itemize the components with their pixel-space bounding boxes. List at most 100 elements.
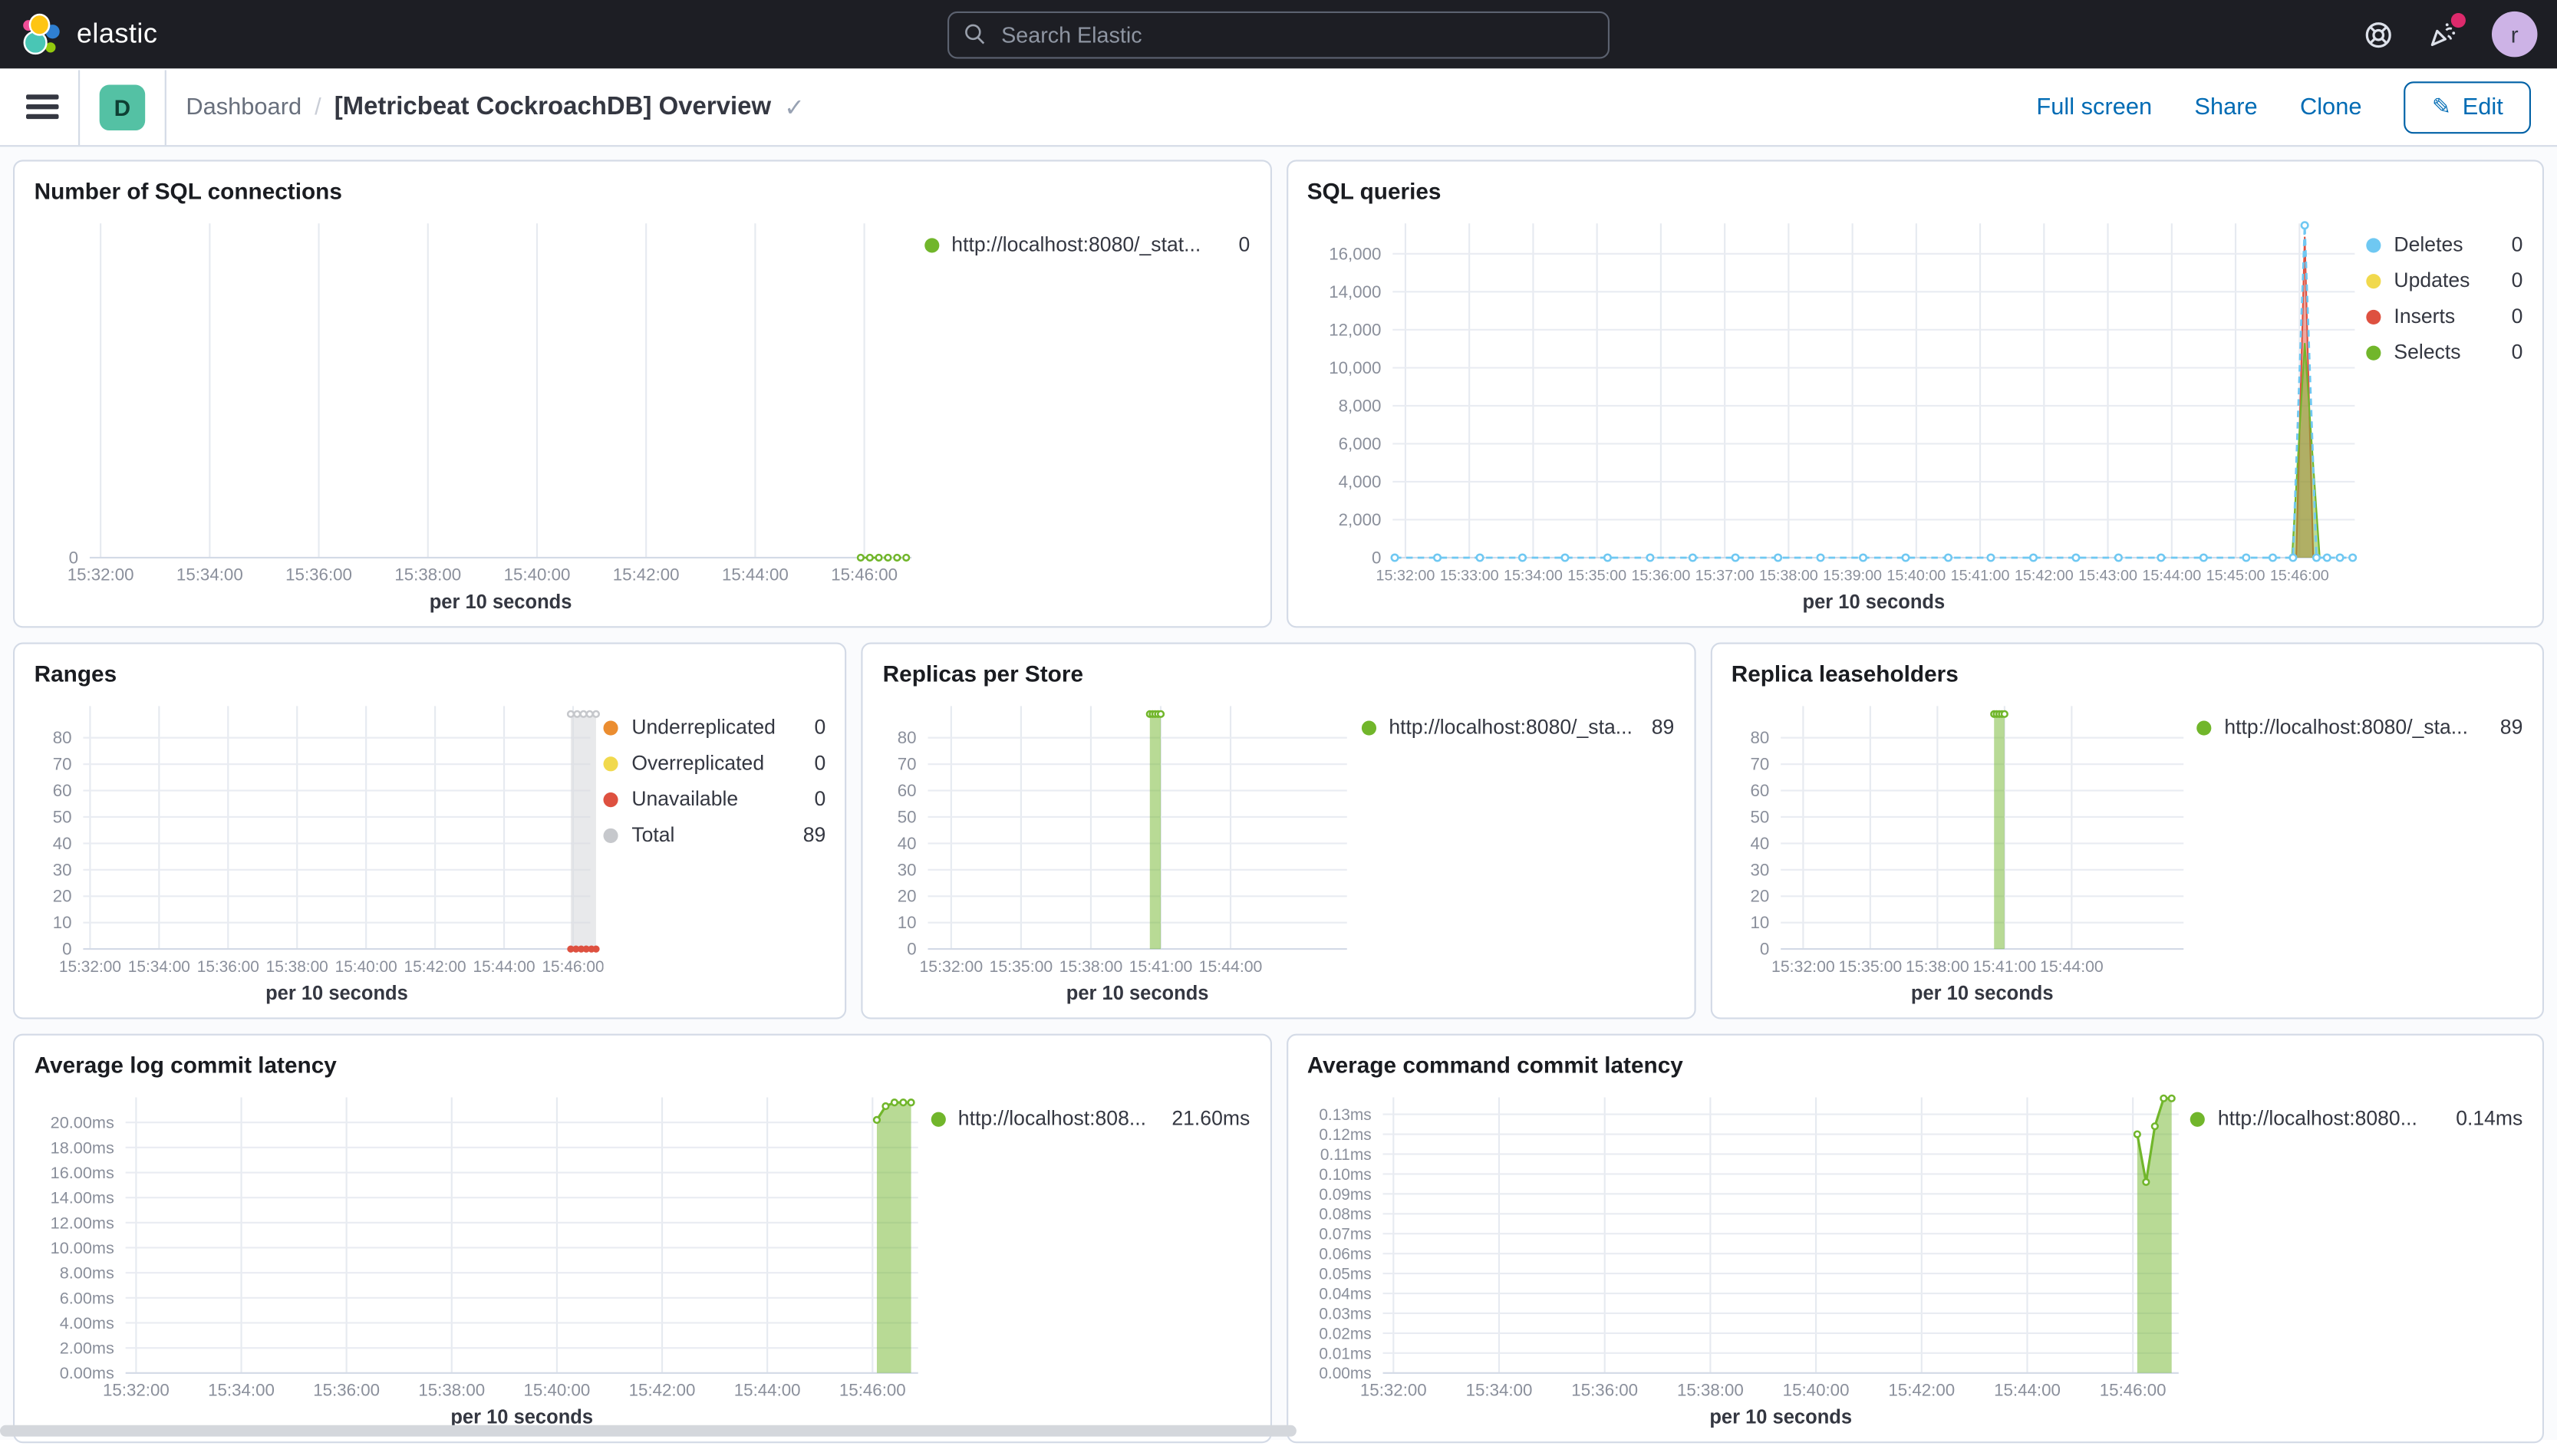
search-icon [965, 24, 985, 44]
svg-text:15:42:00: 15:42:00 [2014, 568, 2073, 585]
svg-text:15:39:00: 15:39:00 [1822, 568, 1881, 585]
svg-text:0.11ms: 0.11ms [1320, 1146, 1371, 1164]
legend-series-value: 0 [814, 751, 826, 775]
legend-series-value: 21.60ms [1171, 1107, 1250, 1131]
chart-ranges[interactable]: 15:32:00 15:34:00 15:36:00 15:38:00 15:40:00… [35, 693, 605, 1007]
svg-text:0.00ms: 0.00ms [60, 1363, 114, 1382]
svg-text:20.00ms: 20.00ms [51, 1113, 114, 1132]
search-input[interactable] [997, 20, 1593, 48]
legend-series-label: Underreplicated [631, 716, 776, 739]
chart-legend: Underreplicated 0 Overreplicated 0 Unavailab… [604, 693, 825, 1007]
svg-text:20: 20 [53, 887, 72, 906]
whats-new-button[interactable] [2427, 13, 2466, 51]
svg-text:15:44:00: 15:44:00 [2141, 568, 2200, 585]
svg-text:0: 0 [1371, 548, 1380, 567]
panel-title: Average command commit latency [1307, 1052, 1683, 1079]
svg-text:14,000: 14,000 [1328, 282, 1380, 301]
elastic-logo[interactable]: elastic [20, 12, 158, 56]
chart-sql-queries[interactable]: 15:32:00 15:33:00 15:34:00 15:35:00 15:36:00… [1307, 210, 2367, 616]
svg-text:15:32:00: 15:32:00 [1771, 957, 1834, 976]
svg-text:16,000: 16,000 [1328, 244, 1380, 263]
panel-replicas-per-store: Replicas per Store 15:32:00 15:35:00 15:38… [862, 642, 1695, 1020]
svg-text:2,000: 2,000 [1338, 510, 1381, 529]
divider [164, 69, 166, 145]
svg-text:0.00ms: 0.00ms [1318, 1365, 1370, 1382]
legend-series-dot [924, 237, 939, 252]
chart-average-command-commit-latency[interactable]: 15:32:00 15:34:00 15:36:00 15:38:00 15:40:00… [1307, 1085, 2190, 1432]
svg-text:20: 20 [1750, 887, 1769, 906]
legend-item[interactable]: Overreplicated 0 [604, 752, 825, 775]
legend-item[interactable]: Unavailable 0 [604, 788, 825, 810]
svg-text:2.00ms: 2.00ms [60, 1339, 114, 1358]
svg-text:0.08ms: 0.08ms [1318, 1206, 1370, 1224]
svg-text:per 10 seconds: per 10 seconds [265, 983, 408, 1004]
check-icon[interactable]: ✓ [784, 92, 805, 121]
help-button[interactable] [2361, 18, 2394, 51]
chart-replica-leaseholders[interactable]: 15:32:00 15:35:00 15:38:00 15:41:00 15:44:00… [1732, 693, 2197, 1007]
svg-text:per 10 seconds: per 10 seconds [430, 591, 572, 613]
page-title: [Metricbeat CockroachDB] Overview [334, 92, 772, 120]
svg-text:0.01ms: 0.01ms [1318, 1345, 1370, 1362]
svg-text:6.00ms: 6.00ms [60, 1288, 114, 1307]
legend-item[interactable]: http://localhost:8080/_stat... 0 [924, 233, 1250, 256]
svg-text:15:32:00: 15:32:00 [68, 565, 134, 585]
svg-text:40: 40 [1750, 834, 1769, 853]
svg-text:0: 0 [62, 940, 71, 959]
legend-series-value: 0 [814, 716, 826, 739]
breadcrumb: Dashboard / [Metricbeat CockroachDB] Ove… [186, 92, 805, 121]
legend-item[interactable]: Selects 0 [2366, 341, 2522, 364]
chart-average-log-commit-latency[interactable]: 15:32:00 15:34:00 15:36:00 15:38:00 15:40:00… [35, 1085, 931, 1432]
svg-text:15:38:00: 15:38:00 [266, 958, 328, 976]
clone-button[interactable]: Clone [2300, 94, 2362, 120]
legend-item[interactable]: Inserts 0 [2366, 305, 2522, 328]
legend-item[interactable]: Underreplicated 0 [604, 716, 825, 739]
legend-item[interactable]: http://localhost:8080... 0.14ms [2190, 1107, 2522, 1130]
legend-item[interactable]: Updates 0 [2366, 269, 2522, 292]
svg-text:20: 20 [898, 887, 917, 906]
svg-text:15:42:00: 15:42:00 [613, 565, 680, 585]
legend-series-label: http://localhost:8080/_sta... [1389, 716, 1633, 739]
dashboard-app-badge[interactable]: D [99, 84, 146, 130]
chart-replicas-per-store[interactable]: 15:32:00 15:35:00 15:38:00 15:41:00 15:44:00… [883, 693, 1362, 1007]
svg-text:0.05ms: 0.05ms [1318, 1266, 1370, 1283]
svg-text:15:44:00: 15:44:00 [734, 1381, 801, 1400]
legend-item[interactable]: http://localhost:808... 21.60ms [930, 1107, 1250, 1131]
brand-name: elastic [76, 18, 158, 49]
svg-text:15:37:00: 15:37:00 [1695, 568, 1754, 585]
svg-text:80: 80 [898, 728, 917, 747]
horizontal-scrollbar-thumb[interactable] [0, 1425, 1297, 1437]
svg-text:12,000: 12,000 [1328, 320, 1380, 339]
svg-text:15:40:00: 15:40:00 [1782, 1381, 1849, 1400]
svg-text:0.13ms: 0.13ms [1318, 1106, 1370, 1124]
legend-series-value: 89 [2499, 716, 2523, 739]
svg-text:15:34:00: 15:34:00 [1465, 1381, 1532, 1400]
svg-text:15:44:00: 15:44:00 [722, 565, 789, 585]
svg-text:14.00ms: 14.00ms [51, 1188, 114, 1207]
svg-text:4,000: 4,000 [1338, 472, 1381, 491]
user-avatar[interactable]: r [2491, 11, 2538, 58]
chart-legend: http://localhost:808... 21.60ms [930, 1085, 1250, 1432]
panel-title: Replica leaseholders [1731, 660, 1959, 687]
svg-text:per 10 seconds: per 10 seconds [1910, 983, 2053, 1004]
legend-item[interactable]: http://localhost:8080/_sta... 89 [1361, 716, 1674, 739]
legend-item[interactable]: http://localhost:8080/_sta... 89 [2196, 716, 2522, 739]
svg-text:15:45:00: 15:45:00 [2206, 568, 2265, 585]
legend-item[interactable]: Deletes 0 [2366, 233, 2522, 256]
svg-text:15:40:00: 15:40:00 [524, 1381, 591, 1400]
panel-title: Average log commit latency [34, 1052, 337, 1079]
global-search[interactable] [947, 10, 1610, 58]
breadcrumb-dashboard-link[interactable]: Dashboard [186, 94, 302, 120]
panel-average-log-commit-latency: Average log commit latency 15:32:00 15:34… [13, 1033, 1271, 1444]
svg-text:0.12ms: 0.12ms [1318, 1126, 1370, 1144]
full-screen-button[interactable]: Full screen [2036, 94, 2152, 120]
svg-text:10: 10 [1750, 913, 1769, 932]
chart-legend: http://localhost:8080/_sta... 89 [1361, 693, 1674, 1007]
edit-button[interactable]: ✎ Edit [2404, 81, 2531, 133]
chart-number-of-sql-connections[interactable]: 15:32:00 15:34:00 15:36:00 15:38:00 15:40:00… [35, 210, 924, 616]
share-button[interactable]: Share [2194, 94, 2257, 120]
svg-text:0: 0 [1759, 940, 1768, 959]
svg-text:15:46:00: 15:46:00 [542, 958, 603, 976]
menu-button[interactable] [26, 94, 59, 120]
panel-title: SQL queries [1307, 177, 1442, 204]
legend-item[interactable]: Total 89 [604, 823, 825, 846]
